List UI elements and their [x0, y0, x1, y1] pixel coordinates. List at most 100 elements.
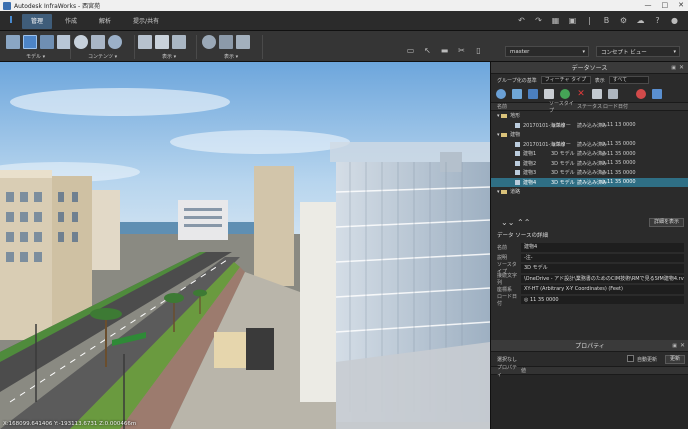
data-source-icon[interactable] [23, 35, 37, 49]
tree-folder-row[interactable]: ▾ 建物 [491, 130, 688, 140]
tab-create[interactable]: 作成 [56, 14, 86, 29]
close-button[interactable]: ✕ [678, 0, 684, 11]
pin-icon[interactable]: ▣ [671, 65, 676, 71]
add-source-icon[interactable] [496, 89, 506, 99]
model-select[interactable]: master ▾ [505, 46, 589, 57]
model-size-icon[interactable] [40, 35, 54, 49]
save-icon[interactable]: ▣ [567, 15, 578, 26]
tree-folder-row[interactable]: ▾ 地形 [491, 111, 688, 121]
detail-value-field[interactable]: -注- [521, 253, 684, 262]
tree-item-row[interactable]: 建物3 3D モデル 読み込み済み ◎ 11 35 0000 [491, 168, 688, 178]
tree-name-text: 建物1 [523, 151, 537, 158]
detail-value-field[interactable]: 建物4 [521, 243, 684, 252]
layers-icon[interactable] [138, 35, 152, 49]
ribbon-group-display: 表示 ▾ [138, 33, 186, 61]
terrain-icon[interactable] [219, 35, 233, 49]
export-icon[interactable] [528, 89, 538, 99]
datasource-title: データソース [571, 65, 608, 72]
globe-icon[interactable] [108, 35, 122, 49]
concept-view-select[interactable]: コンセプト ビュー ▾ [596, 46, 680, 57]
datasource-toolbar: ✕ [491, 86, 688, 102]
selection-status: 選択なし [497, 357, 518, 363]
content-group-label[interactable]: コンテンツ ▾ [74, 53, 122, 60]
refresh-icon[interactable] [560, 89, 570, 99]
table-icon[interactable] [91, 35, 105, 49]
properties-close-icon[interactable]: ✕ [680, 342, 685, 349]
ribbon-group-content: コンテンツ ▾ [74, 33, 122, 61]
import-icon[interactable] [512, 89, 522, 99]
viewpoint-group-label[interactable]: 表示 ▾ [202, 53, 250, 60]
tree-name-text: 建物4 [523, 179, 537, 186]
column-load-date[interactable]: ロード日付 [603, 103, 628, 110]
tree-item-row[interactable]: 建物2 3D モデル 読み込み済み ◎ 11 35 0000 [491, 159, 688, 169]
model-properties-icon[interactable] [6, 35, 20, 49]
configure-icon[interactable] [592, 89, 602, 99]
tree-item-row[interactable]: 20170101-海岸線 ラスター 読み込み済み ◎ 11 13 0000 [491, 121, 688, 131]
update-button[interactable]: 更新 [664, 355, 685, 364]
clipboard-icon[interactable]: ▯ [473, 45, 484, 56]
settings-icon[interactable]: ⚙ [618, 15, 629, 26]
detail-value-field[interactable]: XY-HT (Arbitrary X-Y Coordinates) (Feet) [521, 285, 684, 294]
infraworks-logo[interactable]: I [6, 15, 16, 27]
tab-manage[interactable]: 管理 [22, 14, 53, 29]
clip-icon[interactable]: ▬ [439, 45, 450, 56]
help-icon[interactable]: ? [652, 15, 663, 26]
tree-item-row[interactable]: 20170101-海岸線 ラスター 読み込み済み ◎ 11 35 0000 [491, 140, 688, 150]
user-icon[interactable]: | [584, 15, 595, 26]
database-icon[interactable] [74, 35, 88, 49]
detail-value-field[interactable]: \OneDrive - アド設計\業務書のためのCIM技術\RMで見るSfM建物… [521, 274, 684, 283]
styles-icon[interactable] [155, 35, 169, 49]
column-status[interactable]: ステータス [577, 103, 603, 110]
account-icon[interactable]: ● [669, 15, 680, 26]
delete-icon[interactable]: ✕ [576, 89, 586, 99]
tree-item-row[interactable]: 建物1 3D モデル 読み込み済み ◎ 11 35 0000 [491, 149, 688, 159]
show-details-button[interactable]: 詳細を表示 [648, 218, 684, 227]
tab-analyze[interactable]: 解析 [90, 14, 120, 29]
cloud-upload-icon[interactable] [652, 89, 662, 99]
tree-item-row[interactable]: 建物4 3D モデル 読み込み済み ◎ 11 35 0000 [491, 177, 688, 187]
select-cursor-icon[interactable]: ↖ [422, 45, 433, 56]
detail-value-field[interactable]: ◎ 11 35 0000 [521, 295, 684, 304]
right-panel: データソース ▣ ✕ グループ化の基準 フィーチャ タイプ 表示 すべて ✕ 名… [490, 62, 688, 429]
auto-update-checkbox[interactable] [627, 355, 634, 362]
tree-name-text: 道路 [510, 189, 521, 196]
3d-viewport[interactable]: X:168099.641406 Y:-193113.6731 Z:0.00046… [0, 62, 490, 429]
undo-icon[interactable]: ↶ [516, 15, 527, 26]
minimize-button[interactable]: — [645, 0, 652, 11]
detail-value-field[interactable]: 3D モデル [521, 264, 684, 273]
presentation-icon[interactable]: ▭ [405, 45, 416, 56]
tab-present[interactable]: 提示/共有 [124, 14, 168, 29]
list-icon[interactable] [172, 35, 186, 49]
redo-icon[interactable]: ↷ [533, 15, 544, 26]
tree-source-cell: 3D モデル [551, 160, 575, 167]
datasource-close-icon[interactable]: ✕ [679, 64, 684, 71]
datasource-column-header: 名前 ソースタイプ ステータス ロード日付 [491, 101, 688, 114]
grid-icon[interactable]: ▦ [550, 15, 561, 26]
app-icon [3, 1, 11, 10]
model-settings-icon[interactable] [57, 35, 71, 49]
sync-icon[interactable] [636, 89, 646, 99]
auto-update-label: 自動更新 [637, 357, 658, 363]
tree-name-text: 地形 [510, 113, 521, 120]
display-group-label[interactable]: 表示 ▾ [138, 53, 186, 60]
bim-icon[interactable]: B [601, 15, 612, 26]
tree-folder-row[interactable]: ▾ 道路 [491, 187, 688, 197]
viewpoint-icon[interactable] [202, 35, 216, 49]
copy-icon[interactable] [544, 89, 554, 99]
show-label: 表示 [594, 77, 605, 84]
properties-pin-icon[interactable]: ▣ [672, 343, 677, 349]
model-group-label[interactable]: モデル ▾ [6, 53, 71, 60]
group-by-select[interactable]: フィーチャ タイプ [540, 76, 591, 84]
expand-all-icon[interactable]: ⌄⌄ [501, 218, 514, 227]
maximize-button[interactable]: □ [662, 0, 669, 11]
collapse-all-icon[interactable]: ⌃⌃ [517, 218, 530, 227]
show-select[interactable]: すべて [608, 76, 649, 84]
column-name[interactable]: 名前 [491, 103, 549, 110]
datasource-filter-row: グループ化の基準 フィーチャ タイプ 表示 すべて [491, 74, 688, 86]
measure-icon[interactable] [236, 35, 250, 49]
tools-icon[interactable]: ✂ [456, 45, 467, 56]
tree-date-cell: ◎ 11 35 0000 [601, 141, 636, 148]
tree-source-cell: 3D モデル [551, 179, 575, 186]
document-icon[interactable] [608, 89, 618, 99]
cloud-icon[interactable]: ☁ [635, 15, 646, 26]
